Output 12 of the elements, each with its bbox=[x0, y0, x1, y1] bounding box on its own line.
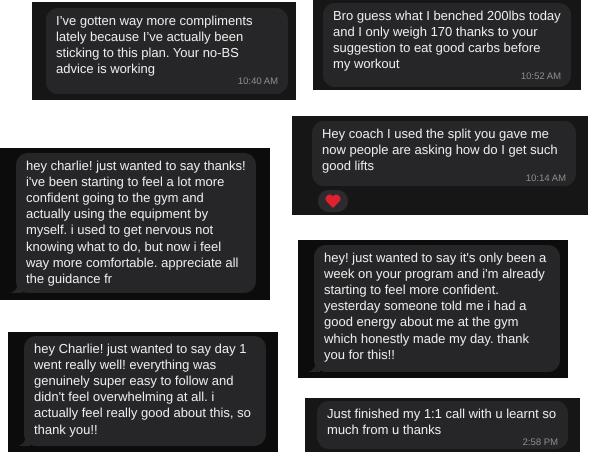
message-text: Just finished my 1:1 call with u learnt so much from u thanks bbox=[327, 406, 558, 438]
message-text: hey Charlie! just wanted to say day 1 went really well! everything was genuinely super easy to follow and didn't feel overwhelming at all. i actually feel really good about this, so thank you!! bbox=[34, 341, 252, 438]
message-time: 10:14 AM bbox=[526, 173, 566, 185]
message-time: 2:58 PM bbox=[522, 437, 558, 449]
message-text: hey charlie! just wanted to say thanks! i've been starting to feel a lot more confident going to the gym and actually using the equipment by myself. i used to get nervous not knowing what to do, but now i feel way more comfortable. appreciate all the guidance fr bbox=[26, 158, 246, 287]
message-text: Hey coach I used the split you gave me now people are asking how do I get such good lifts bbox=[322, 126, 559, 174]
message-text: Bro guess what I benched 200lbs today and I only weigh 170 thanks to your suggestion to eat good carbs before my workout bbox=[333, 8, 561, 72]
message-text: hey! just wanted to say it's only been a week on your program and i'm already starting to feel more confident. yesterday someone told me i had a good energy about me at the gym which honestly made my day. thank you for this!! bbox=[324, 250, 548, 363]
message-time: 10:40 AM bbox=[238, 76, 278, 88]
message-time: 10:52 AM bbox=[520, 71, 561, 83]
heart-icon bbox=[325, 194, 341, 208]
message-text: I’ve gotten way more compliments lately because I’ve actually been sticking to this plan. Your no-BS advice is working bbox=[56, 13, 254, 77]
